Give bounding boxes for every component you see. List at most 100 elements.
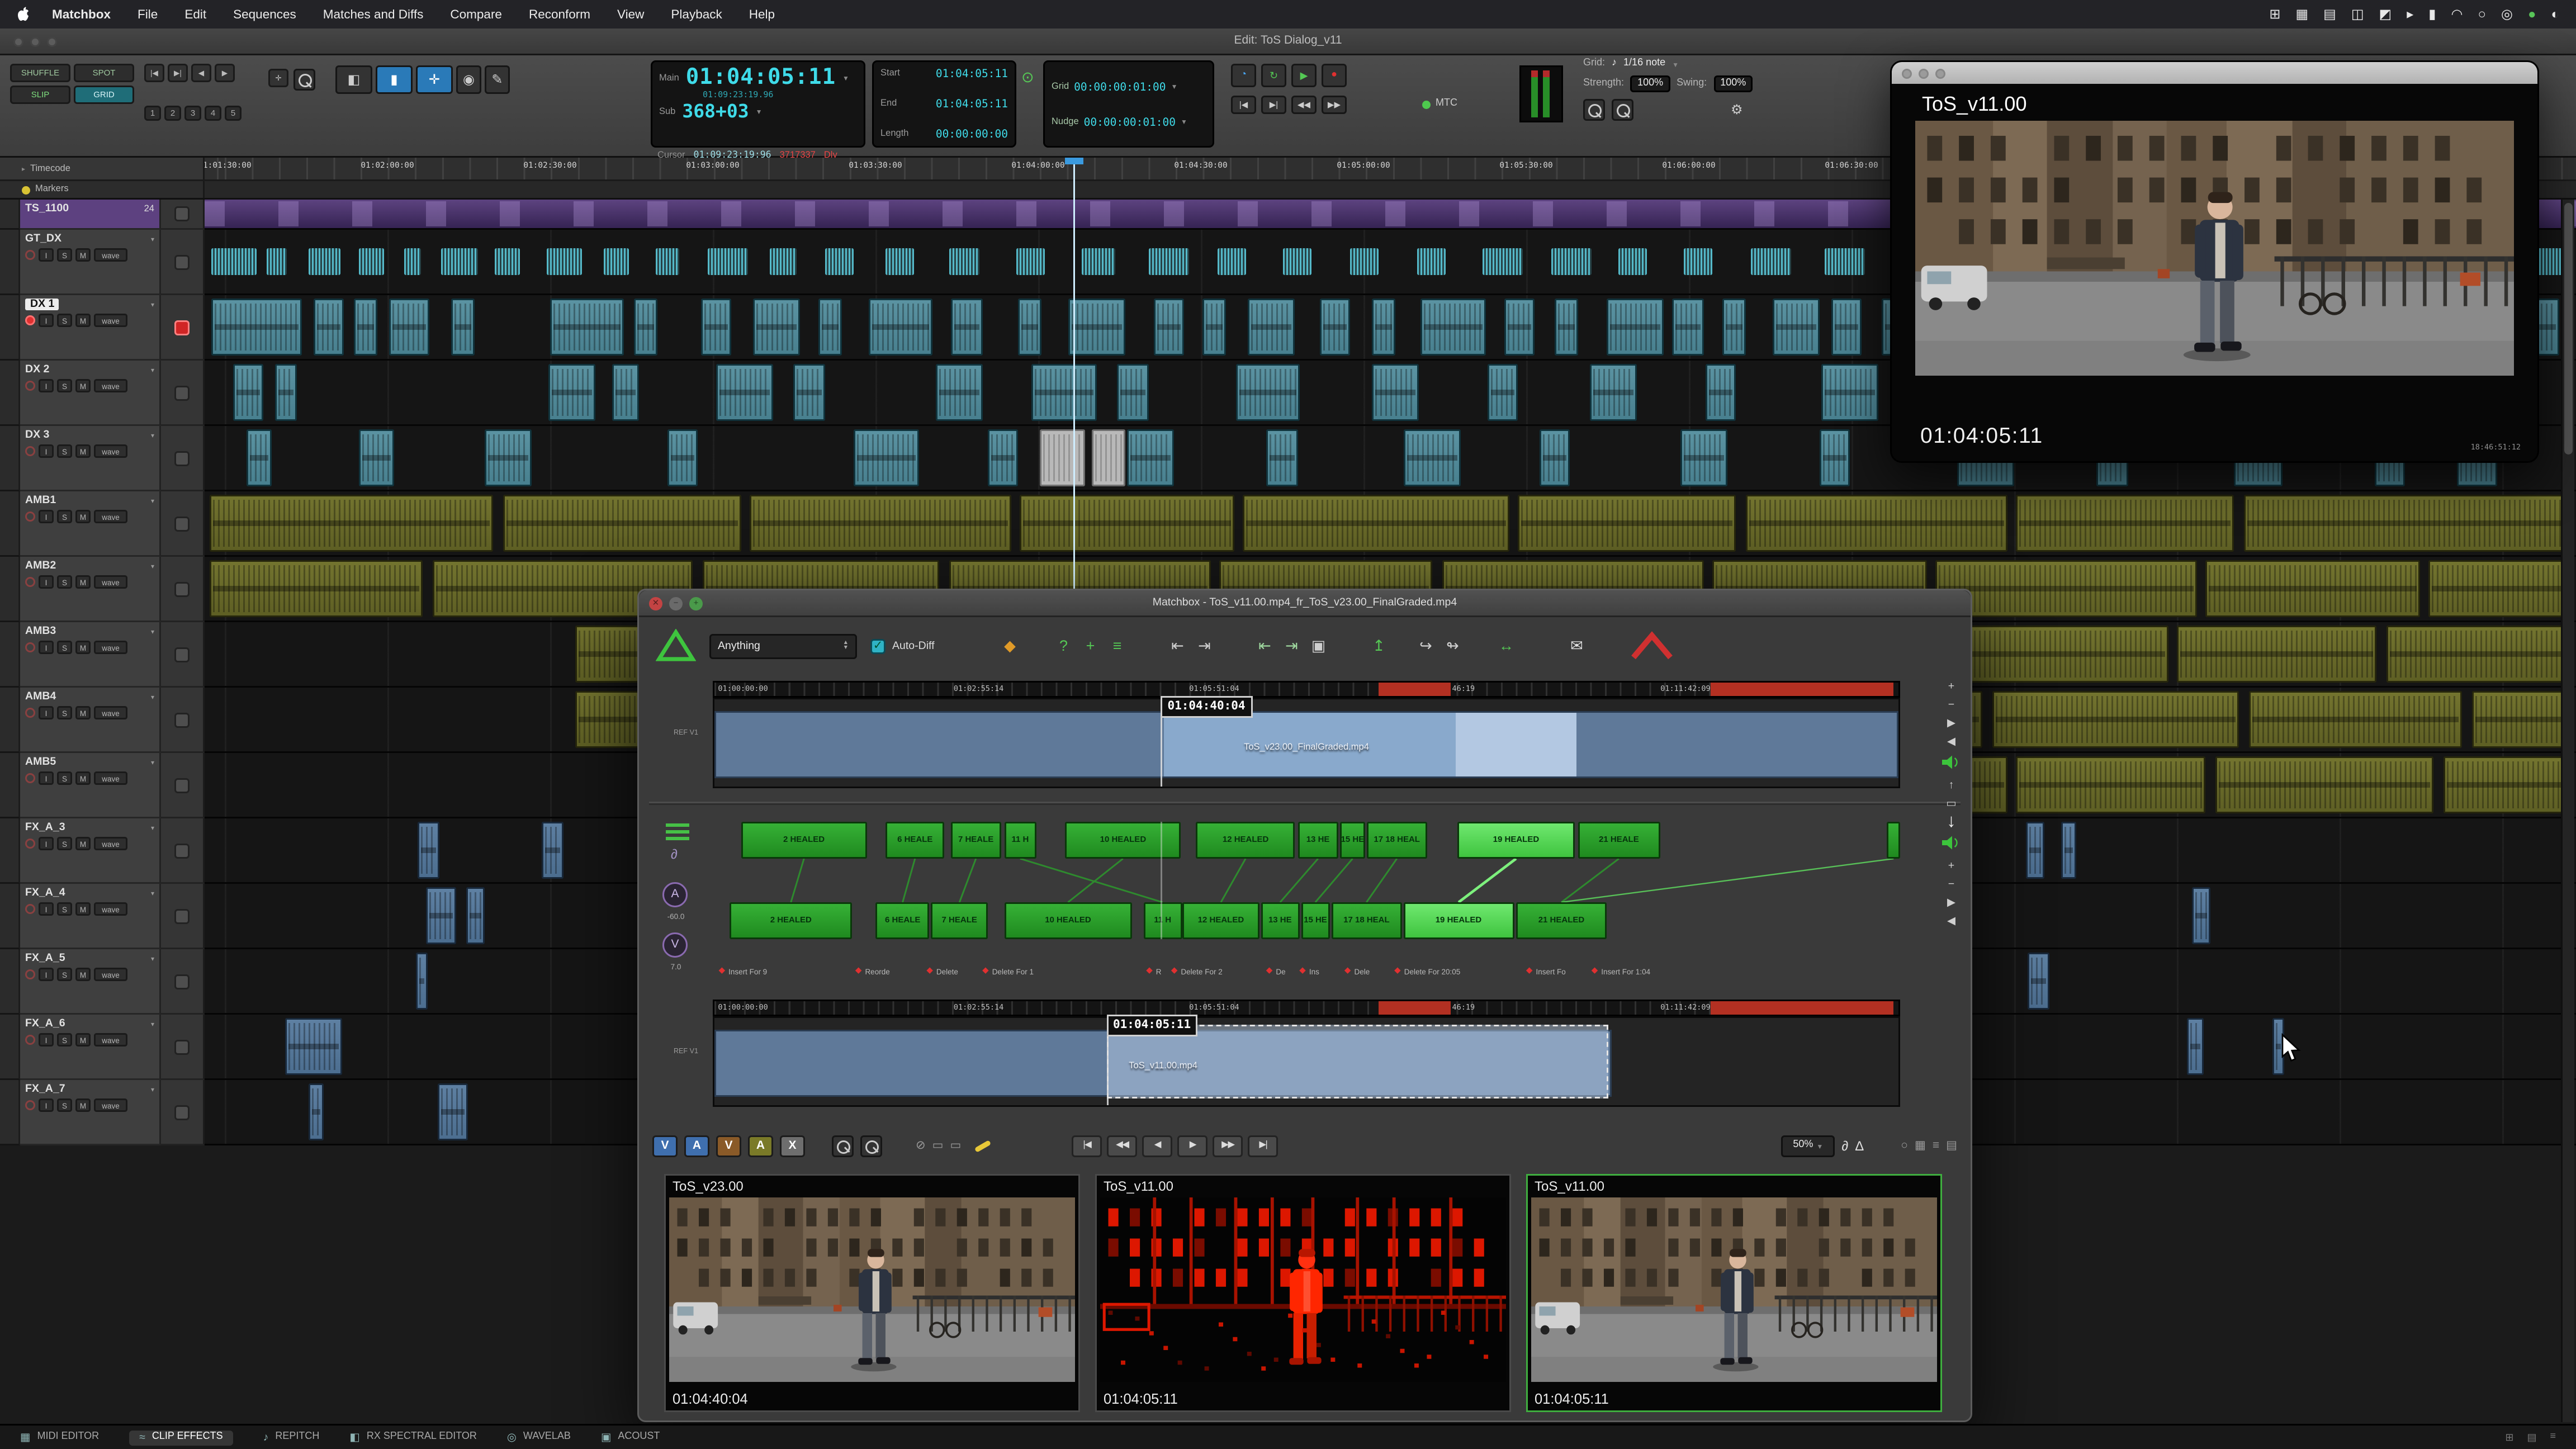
solo-button[interactable]: S <box>57 837 72 850</box>
compare-thumbnail[interactable]: ToS_v11.0001:04:05:11 <box>1526 1174 1942 1412</box>
track-aux-button[interactable] <box>174 647 190 662</box>
scroll-next-icon[interactable]: ▶| <box>168 64 188 82</box>
input-monitor-button[interactable]: I <box>39 1098 54 1112</box>
match-filter-select[interactable]: Anything ▲▼ <box>709 633 857 659</box>
audio-clip[interactable] <box>1936 560 2197 617</box>
input-monitor-button[interactable]: I <box>39 444 54 458</box>
healed-block[interactable]: 13 HE <box>1298 822 1338 859</box>
track-header[interactable]: AMB2▾ISMwave <box>20 557 161 622</box>
input-monitor-button[interactable]: I <box>39 771 54 785</box>
prev-diff-icon[interactable]: ◀◀ <box>1107 1135 1137 1157</box>
track-header[interactable]: DX 1▾ISMwave <box>20 295 161 361</box>
go-to-end-icon[interactable]: ▶| <box>1261 96 1286 114</box>
audio-clip[interactable] <box>1554 299 1578 356</box>
audio-clip[interactable] <box>987 429 1018 486</box>
prev-cut-icon[interactable]: ⇤ <box>1166 632 1190 659</box>
zoom-out-icon[interactable]: − <box>1948 699 1954 711</box>
audio-clip[interactable] <box>667 429 698 486</box>
track-aux-button[interactable] <box>174 516 190 531</box>
audio-monitor-icon[interactable] <box>1942 755 1961 773</box>
video-b-toggle[interactable]: V <box>716 1135 741 1157</box>
partial-audio-icon[interactable]: ∂ <box>1841 1138 1848 1153</box>
audio-clip[interactable] <box>655 248 679 275</box>
clip-box-icon[interactable]: ▭ <box>932 1139 944 1152</box>
healed-block[interactable]: 19 HEALED <box>1403 902 1513 939</box>
audio-clip[interactable] <box>707 248 747 275</box>
menu-item-view[interactable]: View <box>604 7 657 22</box>
healed-block[interactable]: 12 HEALED <box>1196 822 1295 859</box>
audio-clip[interactable] <box>1746 495 2007 552</box>
strength-value[interactable]: 100% <box>1631 75 1670 92</box>
zoom-preset-1[interactable]: 1 <box>144 106 161 121</box>
audio-clip[interactable] <box>233 364 264 421</box>
track-header[interactable]: DX 3▾ISMwave <box>20 426 161 491</box>
healed-block[interactable]: 6 HEALE <box>886 822 945 859</box>
chevron-down-icon[interactable]: ▾ <box>151 235 154 243</box>
selector-tool-icon[interactable]: ▮ <box>376 65 413 94</box>
camera-indicator-icon[interactable]: ● <box>2528 7 2536 22</box>
menu-item-edit[interactable]: Edit <box>171 7 220 22</box>
solo-button[interactable]: S <box>57 902 72 916</box>
audio-clip[interactable] <box>793 364 826 421</box>
goto-diff-icon[interactable]: ◆ <box>998 632 1022 659</box>
audio-clip[interactable] <box>2192 887 2211 944</box>
vertical-scrollbar[interactable] <box>2561 200 2574 1422</box>
input-monitor-button[interactable]: I <box>39 706 54 719</box>
chevron-down-icon[interactable]: ▾ <box>151 693 154 701</box>
zoom-in-icon[interactable]: + <box>1948 681 1954 693</box>
audio-clip[interactable] <box>1371 364 1419 421</box>
scroll-prev-icon[interactable]: |◀ <box>144 64 164 82</box>
healed-block[interactable]: 12 HEALED <box>1183 902 1258 939</box>
record-enable-button[interactable] <box>25 381 35 391</box>
mute-button[interactable]: M <box>75 968 91 981</box>
mute-button[interactable]: M <box>75 444 91 458</box>
audio-clip[interactable] <box>603 248 629 275</box>
track-name[interactable]: FX_A_7 <box>25 1083 65 1095</box>
audio-clip[interactable] <box>266 248 287 275</box>
chevron-down-icon[interactable]: ▾ <box>151 954 154 963</box>
record-enable-button[interactable] <box>25 642 35 652</box>
track-header[interactable]: FX_A_3▾ISMwave <box>20 818 161 884</box>
audio-clip[interactable] <box>717 364 774 421</box>
track-view-selector[interactable]: wave <box>94 837 127 850</box>
link-box-icon[interactable]: ▭ <box>950 1139 962 1152</box>
diff-marker[interactable]: ◆R <box>1146 966 1161 976</box>
solo-button[interactable]: S <box>57 379 72 392</box>
zoom-preset-2[interactable]: 2 <box>164 106 181 121</box>
zoom-icon[interactable]: + <box>689 596 703 610</box>
spot-mode-button[interactable]: SPOT <box>74 64 134 82</box>
track-name[interactable]: GT_DX <box>25 233 61 245</box>
record-icon[interactable]: ● <box>1322 64 1347 87</box>
healed-block[interactable]: 7 HEALE <box>951 822 1000 859</box>
audio-clip[interactable] <box>1822 364 1879 421</box>
track-view-selector[interactable]: wave <box>94 771 127 785</box>
disclosure-icon[interactable]: ▸ <box>22 164 25 173</box>
track-aux-button[interactable] <box>174 1039 190 1054</box>
next-cut-icon[interactable]: ⇥ <box>1193 632 1216 659</box>
track-lane[interactable] <box>205 491 2576 557</box>
menu-item-reconform[interactable]: Reconform <box>515 7 604 22</box>
play-next-icon[interactable]: ▶ <box>1947 718 1955 730</box>
window-icon[interactable]: ▦ <box>2295 7 2308 22</box>
grid-mode-button[interactable]: GRID <box>74 86 134 104</box>
zoom-preset-5[interactable]: 5 <box>225 106 242 121</box>
audio-clip[interactable] <box>1488 364 1518 421</box>
out-point-icon[interactable]: ⇥ <box>1280 632 1304 659</box>
menu-icon[interactable] <box>666 823 689 840</box>
track-aux-button[interactable] <box>174 581 190 596</box>
audio-clip[interactable] <box>425 887 456 944</box>
stage-manager-icon[interactable]: ⊞ <box>2269 7 2280 22</box>
audio-clip[interactable] <box>247 429 271 486</box>
sync-down-icon[interactable]: ↓ <box>1947 817 1956 828</box>
solo-button[interactable]: S <box>57 248 72 262</box>
audio-monitor-icon[interactable] <box>1942 835 1961 854</box>
audio-clip[interactable] <box>2244 495 2566 552</box>
chevron-down-icon[interactable]: ▾ <box>151 627 154 636</box>
zoom-icon[interactable] <box>1935 68 1945 78</box>
track-name[interactable]: AMB4 <box>25 691 56 703</box>
page-fwd-icon[interactable]: ▶ <box>215 64 235 82</box>
solo-button[interactable]: S <box>57 968 72 981</box>
menu-icon[interactable]: ≡ <box>2550 1432 2556 1443</box>
solo-button[interactable]: S <box>57 314 72 327</box>
length-value[interactable]: 00:00:00:00 <box>936 127 1008 141</box>
